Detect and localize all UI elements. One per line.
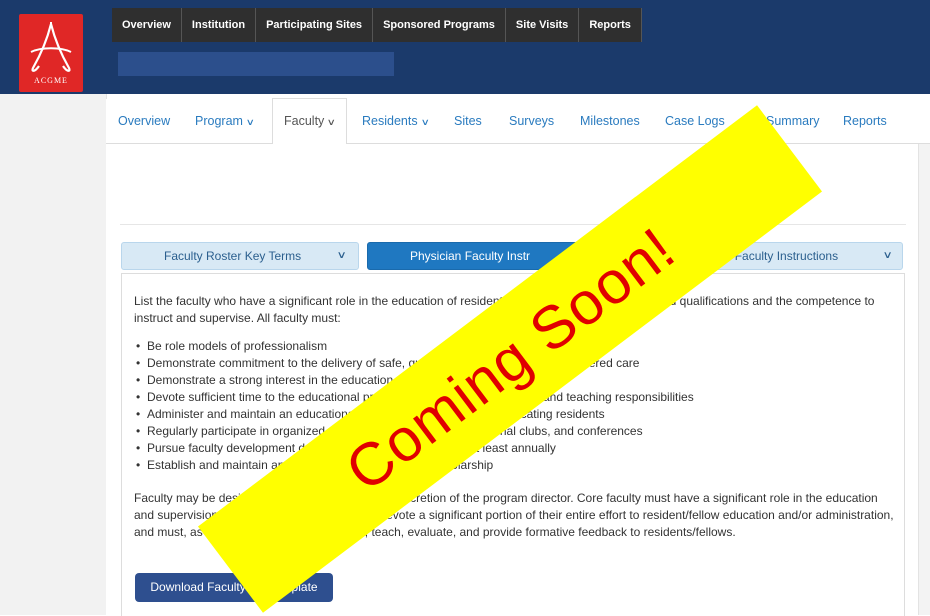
chevron-down-icon: ∨	[245, 117, 255, 127]
chevron-down-icon: ∨	[420, 117, 430, 127]
topnav-sponsored-programs[interactable]: Sponsored Programs	[373, 8, 506, 42]
logo-text: ACGME	[34, 76, 68, 85]
subnav-faculty[interactable]: Faculty ∨	[272, 98, 347, 145]
subnav-surveys[interactable]: Surveys	[509, 99, 554, 143]
program-subnav: Overview Program ∨ Faculty ∨ Residents ∨ Si…	[106, 98, 930, 145]
topnav-institution[interactable]: Institution	[181, 8, 257, 42]
topnav-reports[interactable]: Reports	[579, 8, 642, 42]
section-divider	[120, 224, 906, 225]
subnav-reports[interactable]: Reports	[843, 99, 887, 143]
tab-faculty-roster-key-terms[interactable]: Faculty Roster Key Terms ∨	[121, 242, 359, 270]
topnav-overview[interactable]: Overview	[112, 8, 182, 42]
chevron-down-icon: ∨	[882, 250, 893, 261]
right-scroll-edge	[918, 144, 930, 615]
subnav-sites[interactable]: Sites	[454, 99, 482, 143]
institution-name-bar	[118, 52, 394, 76]
subnav-program[interactable]: Program ∨	[195, 99, 255, 143]
subnav-overview[interactable]: Overview	[118, 99, 170, 143]
top-navigation: Overview Institution Participating Sites…	[112, 8, 642, 42]
subnav-milestones[interactable]: Milestones	[580, 99, 640, 143]
tab-label: Physician Faculty Instr	[410, 249, 531, 263]
subnav-faculty-label: Faculty	[284, 114, 325, 128]
list-item: Establish and maintain an environment of…	[134, 457, 894, 474]
subnav-overview-label: Overview	[118, 114, 171, 128]
subnav-program-label: Program	[195, 114, 243, 128]
list-item: Regularly participate in organized clini…	[134, 423, 894, 440]
logo-mark-icon	[30, 22, 72, 72]
chevron-down-icon: ∨	[336, 250, 347, 261]
list-item: Pursue faculty development designed to e…	[134, 440, 894, 457]
subnav-residents[interactable]: Residents ∨	[362, 99, 430, 143]
topnav-participating-sites[interactable]: Participating Sites	[256, 8, 374, 42]
instruction-tabs: Faculty Roster Key Terms ∨ Physician Fac…	[121, 242, 903, 270]
subnav-residents-label: Residents	[362, 114, 418, 128]
acgme-logo[interactable]: ACGME	[19, 14, 83, 92]
chevron-down-icon: ∨	[326, 117, 337, 127]
tab-label: Faculty Roster Key Terms	[164, 249, 302, 263]
topnav-site-visits[interactable]: Site Visits	[505, 8, 580, 42]
